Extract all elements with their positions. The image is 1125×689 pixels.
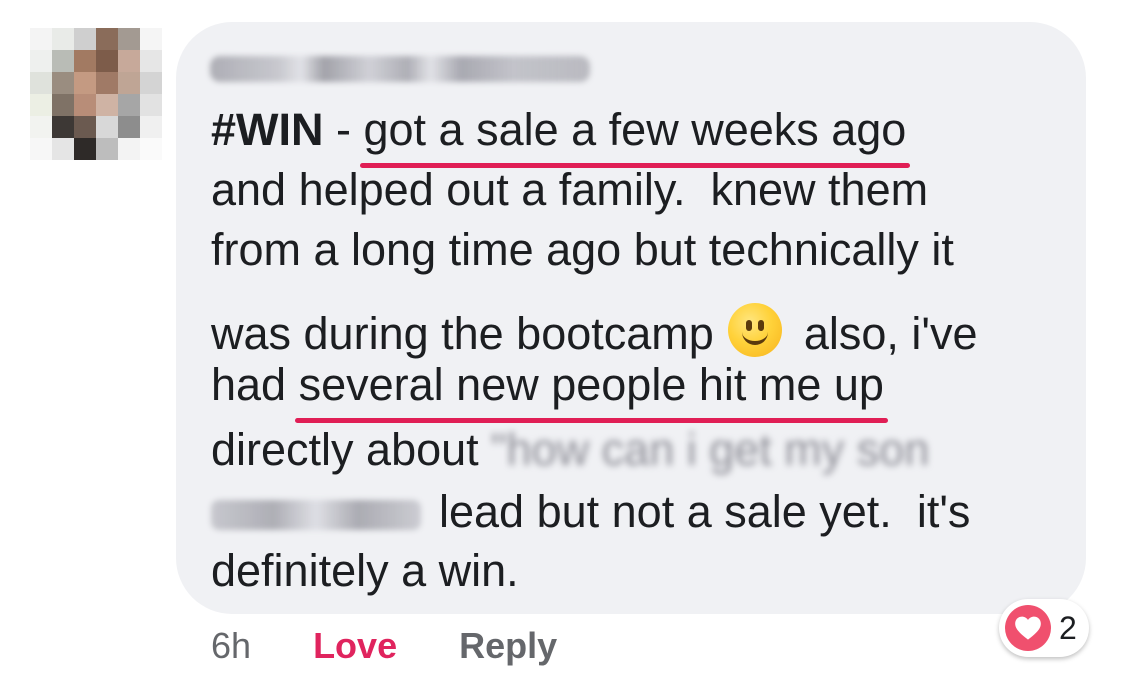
slightly-smiling-face-icon xyxy=(727,303,782,357)
reaction-summary[interactable]: 2 xyxy=(999,599,1089,657)
reaction-count: 2 xyxy=(1059,609,1077,646)
comment-line: lead but not a sale yet. it's xyxy=(211,482,970,542)
redacted-quote: "how can i get my son xyxy=(490,424,930,475)
comment-line-text: also, i've xyxy=(803,308,978,359)
reply-button[interactable]: Reply xyxy=(459,626,557,666)
comment-line: from a long time ago but technically it xyxy=(211,224,954,275)
comment-line: had several new people hit me up xyxy=(211,355,889,423)
author-name-redacted[interactable] xyxy=(210,56,590,82)
comment-line: #WIN - got a sale a few weeks ago xyxy=(211,100,911,168)
comment-line: directly about "how can i get my son xyxy=(211,420,929,480)
comment-actions: 6h Love Reply xyxy=(211,626,609,666)
timestamp[interactable]: 6h xyxy=(211,626,251,666)
separator: - xyxy=(323,104,364,155)
comment-line: and helped out a family. knew them xyxy=(211,164,929,215)
comment-line: definitely a win. xyxy=(211,545,519,596)
love-button[interactable]: Love xyxy=(313,626,397,666)
comment-line-text: lead but not a sale yet. it's xyxy=(439,486,971,537)
underlined-phrase: got a sale a few weeks ago xyxy=(359,100,911,168)
underlined-phrase: several new people hit me up xyxy=(294,355,889,423)
hashtag[interactable]: #WIN xyxy=(211,104,324,155)
redacted-text xyxy=(211,500,421,531)
comment-line-text: was during the bootcamp xyxy=(211,308,714,359)
comment-line: was during the bootcamp also, i've xyxy=(211,295,977,364)
comment-line-text: directly about xyxy=(211,424,479,475)
comment-line-text: had xyxy=(211,359,287,410)
avatar[interactable] xyxy=(30,28,162,160)
heart-icon xyxy=(1005,605,1051,651)
